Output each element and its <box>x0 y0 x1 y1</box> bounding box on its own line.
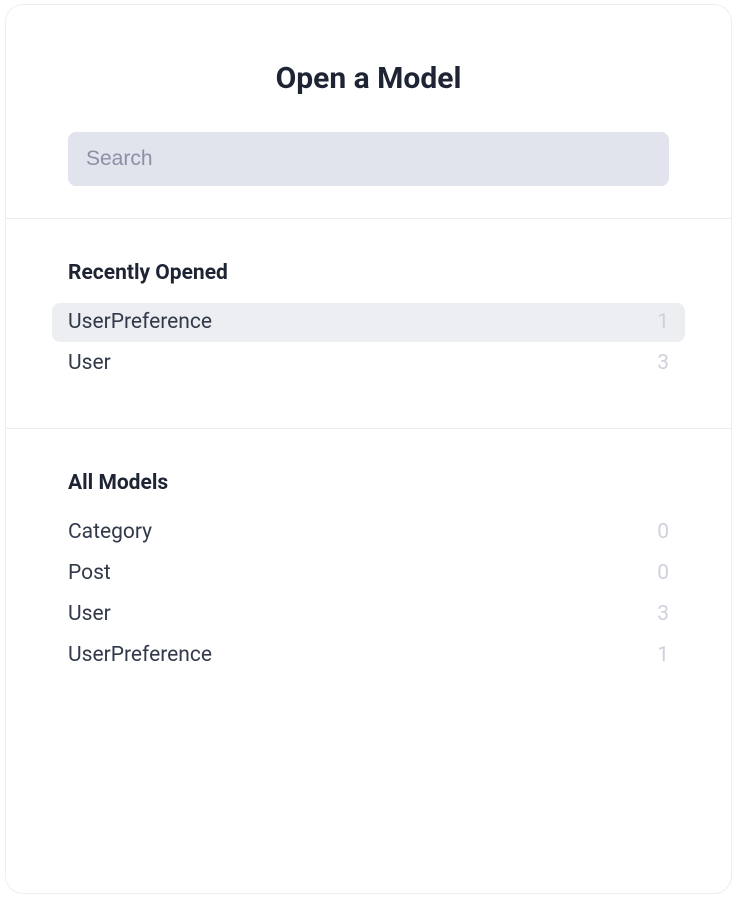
recently-opened-list: UserPreference 1 User 3 <box>52 303 685 384</box>
list-item[interactable]: UserPreference 1 <box>52 303 685 342</box>
item-name: Category <box>68 519 152 546</box>
list-item[interactable]: UserPreference 1 <box>52 636 685 675</box>
item-count: 0 <box>657 560 669 587</box>
list-item[interactable]: User 3 <box>52 344 685 383</box>
all-models-section: All Models Category 0 Post 0 User 3 User… <box>6 428 731 720</box>
list-item[interactable]: Category 0 <box>52 513 685 552</box>
open-model-modal: Open a Model Recently Opened UserPrefere… <box>5 4 732 894</box>
recently-opened-section: Recently Opened UserPreference 1 User 3 <box>6 219 731 428</box>
item-count: 1 <box>657 309 669 336</box>
all-models-list: Category 0 Post 0 User 3 UserPreference … <box>52 513 685 676</box>
item-name: UserPreference <box>68 309 212 336</box>
section-title-recent: Recently Opened <box>68 261 669 285</box>
modal-header: Open a Model <box>6 5 731 219</box>
modal-title: Open a Model <box>68 61 669 96</box>
item-count: 0 <box>657 519 669 546</box>
item-count: 3 <box>657 350 669 377</box>
item-name: User <box>68 350 111 377</box>
item-count: 1 <box>657 642 669 669</box>
item-name: UserPreference <box>68 642 212 669</box>
list-item[interactable]: User 3 <box>52 595 685 634</box>
item-name: Post <box>68 560 111 587</box>
item-name: User <box>68 601 111 628</box>
list-item[interactable]: Post 0 <box>52 554 685 593</box>
section-title-all: All Models <box>68 471 669 495</box>
item-count: 3 <box>657 601 669 628</box>
search-input[interactable] <box>68 132 669 186</box>
